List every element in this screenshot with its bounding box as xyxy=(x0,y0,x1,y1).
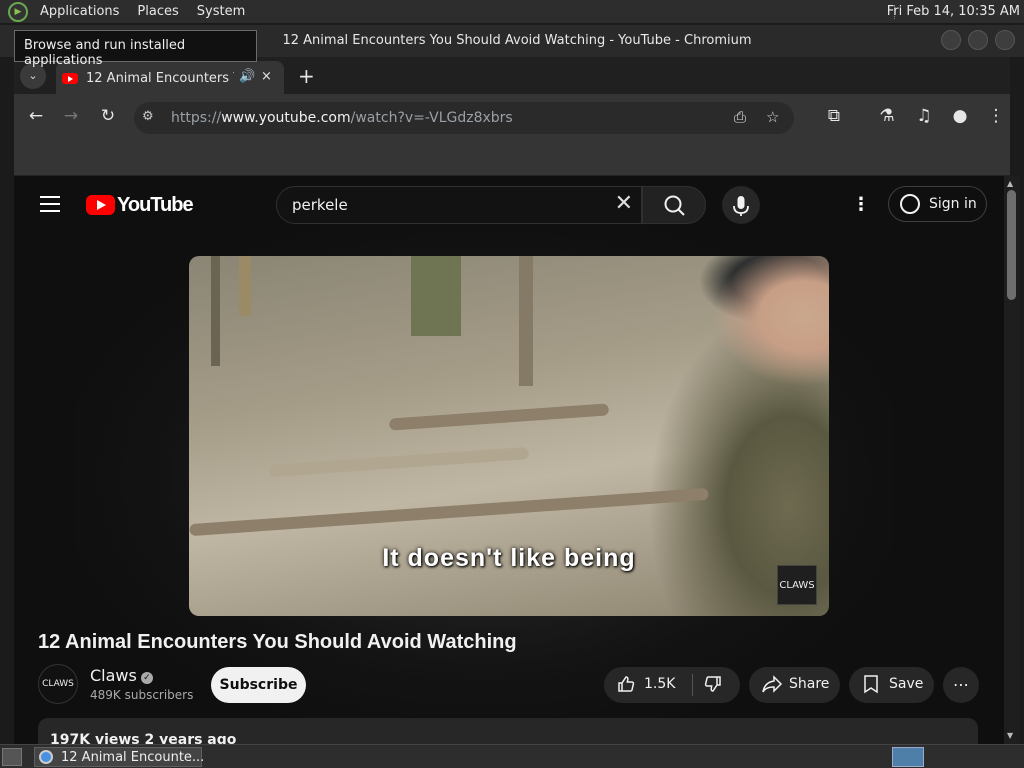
close-window-button[interactable] xyxy=(995,30,1015,50)
infobar-area xyxy=(14,142,1010,176)
tab-close-button[interactable]: × xyxy=(261,69,272,84)
video-title: 12 Animal Encounters You Should Avoid Wa… xyxy=(38,631,517,653)
sign-in-label: Sign in xyxy=(929,196,977,212)
taskbar-item-label: 12 Animal Encounte... xyxy=(61,750,205,765)
youtube-logo-text: YouTube xyxy=(117,193,194,216)
save-label: Save xyxy=(889,676,924,692)
back-button[interactable]: ← xyxy=(24,106,48,126)
page-scrollbar[interactable]: ▲ ▼ xyxy=(1004,176,1020,744)
video-frame-detail xyxy=(239,256,251,316)
extensions-icon[interactable]: ⧉ xyxy=(822,106,846,126)
forward-button[interactable]: → xyxy=(59,106,83,126)
url-scheme: https:// xyxy=(171,110,222,126)
scroll-down-arrow-icon[interactable]: ▼ xyxy=(1007,731,1013,740)
verified-badge-icon: ✓ xyxy=(140,672,153,684)
bookmark-save-icon xyxy=(864,675,878,694)
save-button[interactable]: Save xyxy=(849,667,934,703)
scrollbar-thumb[interactable] xyxy=(1007,190,1016,300)
video-frame-detail xyxy=(411,256,461,336)
channel-name[interactable]: Claws ✓ xyxy=(90,666,153,685)
tab-strip: ⌄ 12 Animal Encounters You Should Avoid … xyxy=(14,57,1010,94)
search-query: perkele xyxy=(292,196,348,214)
video-frame-detail xyxy=(268,446,530,478)
media-control-icon[interactable]: ♫ xyxy=(912,106,936,126)
description-box[interactable]: 197K views 2 years ago xyxy=(38,718,978,744)
profile-icon[interactable]: ● xyxy=(948,106,972,126)
microphone-icon xyxy=(733,196,749,216)
top-panel: ▶ Applications Places System Fri Feb 14,… xyxy=(0,0,1024,24)
bookmark-star-icon[interactable]: ☆ xyxy=(766,108,779,126)
applications-logo-icon[interactable]: ▶ xyxy=(8,1,28,22)
address-bar[interactable]: ⚙ https://www.youtube.com/watch?v=-VLGdz… xyxy=(134,102,794,134)
channel-watermark[interactable]: CLAWS xyxy=(777,565,817,605)
search-button[interactable] xyxy=(642,186,706,224)
menu-applications[interactable]: Applications xyxy=(34,4,125,19)
channel-name-text: Claws xyxy=(90,666,137,685)
clear-search-icon[interactable]: ✕ xyxy=(615,191,633,216)
reload-button[interactable]: ↻ xyxy=(96,106,120,126)
thumbs-up-icon xyxy=(618,676,635,692)
url-text[interactable]: https://www.youtube.com/watch?v=-VLGdz8x… xyxy=(171,110,513,126)
channel-avatar[interactable]: CLAWS xyxy=(38,664,78,704)
new-tab-button[interactable]: + xyxy=(298,64,315,88)
thumbs-down-icon xyxy=(704,676,721,692)
chrome-menu-icon[interactable]: ⋮ xyxy=(984,106,1008,126)
dislike-button[interactable] xyxy=(693,667,740,703)
video-frame-detail xyxy=(211,256,220,366)
more-actions-button[interactable]: ⋯ xyxy=(943,667,979,703)
hamburger-menu-icon[interactable] xyxy=(40,196,60,212)
youtube-page: YouTube perkele ✕ ⋮ Sign in It doesn't l… xyxy=(14,176,1018,744)
view-count-date: 197K views 2 years ago xyxy=(50,732,237,744)
clock[interactable]: Fri Feb 14, 10:35 AM xyxy=(887,4,1020,19)
maximize-button[interactable] xyxy=(968,30,988,50)
share-icon xyxy=(762,675,783,693)
subscribe-button[interactable]: Subscribe xyxy=(211,667,306,703)
video-player[interactable]: It doesn't like being CLAWS xyxy=(189,256,829,616)
tab-title: 12 Animal Encounters You Should Avoid Wa… xyxy=(86,71,234,86)
taskbar-item-chromium[interactable]: 12 Animal Encounte... xyxy=(34,747,205,767)
menu-system[interactable]: System xyxy=(191,4,251,19)
chromium-icon xyxy=(39,750,53,764)
youtube-favicon-icon xyxy=(62,73,78,84)
show-desktop-button[interactable] xyxy=(2,748,22,766)
search-icon xyxy=(664,195,685,216)
workspace-switcher[interactable] xyxy=(892,747,924,767)
settings-more-icon[interactable]: ⋮ xyxy=(852,194,870,215)
like-dislike-group: 1.5K xyxy=(604,667,740,703)
video-frame-detail xyxy=(189,487,709,537)
share-button[interactable]: Share xyxy=(749,667,840,703)
scroll-up-arrow-icon[interactable]: ▲ xyxy=(1007,179,1013,188)
audio-playing-icon[interactable]: 🔊 xyxy=(239,69,255,84)
url-host: www.youtube.com xyxy=(221,110,351,126)
account-icon xyxy=(900,194,920,214)
like-button[interactable]: 1.5K xyxy=(604,667,692,703)
bottom-panel: 12 Animal Encounte... xyxy=(0,744,1024,768)
browser-toolbar: ← → ↻ ⚙ https://www.youtube.com/watch?v=… xyxy=(14,94,1010,142)
voice-search-button[interactable] xyxy=(722,186,760,224)
menu-places[interactable]: Places xyxy=(131,4,184,19)
applications-tooltip: Browse and run installed applications xyxy=(14,30,257,68)
subscriber-count: 489K subscribers xyxy=(90,688,194,702)
share-label: Share xyxy=(789,676,830,692)
youtube-logo[interactable]: YouTube xyxy=(86,193,194,216)
site-info-icon[interactable]: ⚙ xyxy=(142,109,154,124)
youtube-play-icon xyxy=(86,195,115,215)
search-input[interactable]: perkele ✕ xyxy=(276,186,642,224)
url-path: /watch?v=-VLGdz8xbrs xyxy=(350,110,513,126)
sign-in-button[interactable]: Sign in xyxy=(888,186,987,222)
video-frame-detail xyxy=(519,256,533,386)
video-frame-detail xyxy=(388,403,610,431)
video-caption: It doesn't like being xyxy=(382,544,636,572)
install-app-icon[interactable]: ⎙ xyxy=(734,108,746,126)
labs-flask-icon[interactable]: ⚗ xyxy=(875,106,899,126)
chevron-down-icon: ⌄ xyxy=(28,69,38,82)
like-count: 1.5K xyxy=(644,676,676,692)
minimize-button[interactable] xyxy=(941,30,961,50)
